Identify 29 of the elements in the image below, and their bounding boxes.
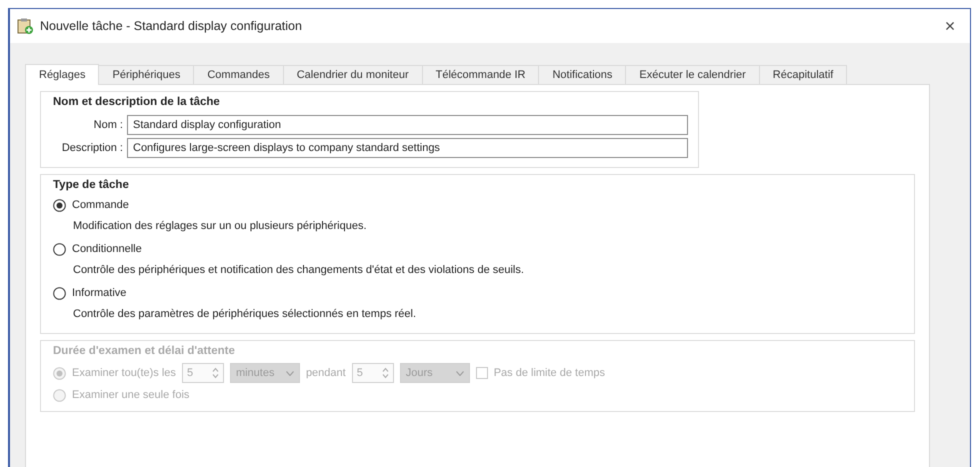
field-label: Nom : [92, 119, 123, 131]
spin-arrows-icon[interactable] [212, 367, 219, 379]
field-label: Description : [60, 142, 123, 154]
radio-button[interactable] [53, 198, 66, 212]
group-title: Nom et description de la tâche [53, 96, 220, 108]
option-description: Modification des réglages sur un ou plusieurs périphériques. [73, 219, 368, 234]
field-label: pendant [306, 367, 346, 379]
group-title: Type de tâche [53, 179, 129, 191]
tab[interactable]: Réglages [25, 64, 100, 85]
close-button[interactable]: × [938, 16, 962, 36]
option-description: Contrôle des paramètres de périphériques sélectionnés en temps réel. [73, 307, 418, 322]
radio-label: Informative [72, 287, 126, 299]
radio-label: Commande [72, 199, 129, 211]
radio-label: Examiner tou(te)s les [72, 367, 176, 379]
radio-label: Conditionnelle [72, 243, 142, 255]
spin-arrows-icon[interactable] [382, 367, 389, 379]
tab[interactable]: Récapitulatif [758, 65, 848, 84]
radio-button[interactable] [53, 242, 66, 256]
radio-button[interactable] [53, 286, 66, 300]
window-title: Nouvelle tâche - Standard display configuration [40, 19, 303, 33]
input-field[interactable]: Configures large-screen displays to company standard settings [127, 138, 688, 158]
input-field[interactable]: Standard display configuration [127, 115, 688, 135]
checkbox-label: Pas de limite de temps [494, 367, 605, 379]
radio-label: Examiner une seule fois [72, 389, 190, 401]
caret-icon [286, 370, 294, 376]
caret-icon [456, 370, 464, 376]
option-description: Contrôle des périphériques et notification des changements d'état et des violations de seuils. [73, 263, 525, 278]
group-title: Durée d'examen et délai d'attente [53, 345, 235, 357]
clipboard-icon [16, 17, 34, 35]
